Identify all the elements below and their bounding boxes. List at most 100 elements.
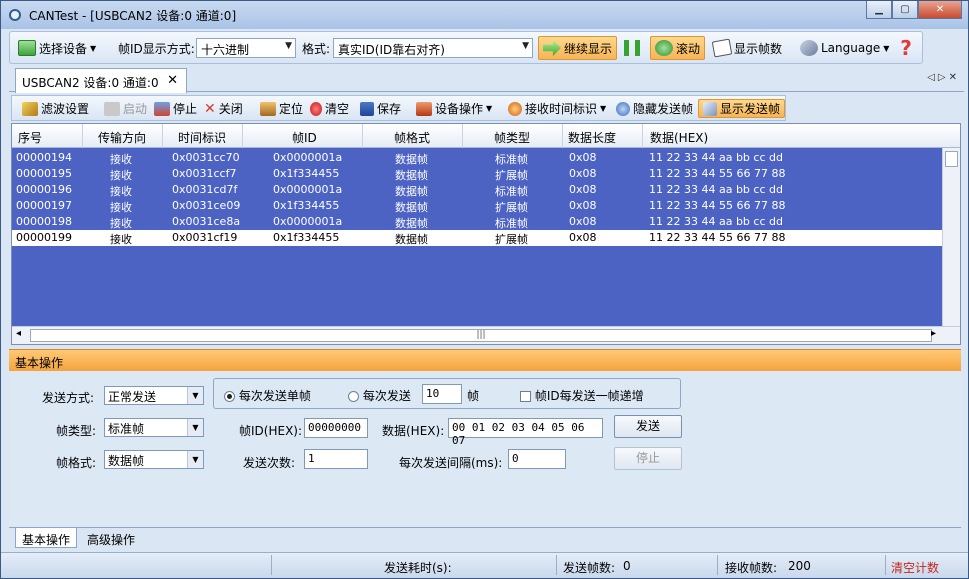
scroll-button[interactable]: 滚动 bbox=[650, 36, 706, 60]
stop-send-button[interactable]: 停止 bbox=[614, 447, 682, 470]
pause-button[interactable] bbox=[624, 36, 640, 60]
hide-send-frames-label: 隐藏发送帧 bbox=[633, 102, 694, 116]
locate-icon bbox=[260, 101, 276, 116]
panel-header: 基本操作 bbox=[9, 349, 961, 371]
send-button[interactable]: 发送 bbox=[614, 415, 682, 438]
cell-timestamp: 0x0031ce8a bbox=[172, 215, 241, 228]
filter-settings-button[interactable]: 滤波设置 bbox=[22, 99, 89, 118]
status-divider bbox=[717, 555, 718, 575]
format-select[interactable]: 真实ID(ID靠右对齐) ▼ bbox=[333, 38, 533, 58]
interval-label: 每次发送间隔(ms): bbox=[399, 456, 503, 470]
send-each-count-input[interactable]: 10 bbox=[422, 384, 462, 404]
close-window-button[interactable]: ✕ bbox=[918, 1, 962, 19]
cell-frame-type: 扩展帧 bbox=[495, 233, 528, 246]
close-tab-icon[interactable]: ✕ bbox=[167, 73, 178, 88]
frame-id-input[interactable]: 00000000 bbox=[304, 418, 368, 438]
tab-basic-operations[interactable]: 基本操作 bbox=[15, 528, 78, 548]
cell-timestamp: 0x0031cf19 bbox=[172, 231, 238, 244]
send-options-group: 每次发送单帧 每次发送 10 帧 帧ID每发送一帧递增 bbox=[213, 378, 681, 409]
table-row-selected[interactable]: 00000199 接收 0x0031cf19 0x1f334455 数据帧 扩展… bbox=[12, 230, 942, 246]
radio-checked-icon bbox=[224, 391, 235, 402]
col-header-frame-type[interactable]: 帧类型 bbox=[494, 129, 530, 146]
device-channel-tab[interactable]: USBCAN2 设备:0 通道:0 ✕ bbox=[15, 68, 187, 93]
scroll-left-icon[interactable]: ◂ bbox=[16, 328, 21, 339]
send-count-label: 发送次数: bbox=[243, 456, 296, 470]
send-each-radio[interactable]: 每次发送 bbox=[348, 387, 411, 404]
save-button[interactable]: 保存 bbox=[360, 99, 401, 118]
col-divider bbox=[362, 124, 363, 148]
table-row[interactable]: 00000196 接收 0x0031cd7f 0x0000001a 数据帧 标准… bbox=[12, 182, 942, 198]
data-hex-input[interactable]: 00 01 02 03 04 05 06 07 bbox=[448, 418, 603, 447]
channel-toolbar: 滤波设置 启动 停止 ✕ 关闭 定位 清空 保存 设备操作 ▼ 接收时间标识 ▼… bbox=[11, 95, 786, 121]
frame-format-select[interactable]: 数据帧 ▼ bbox=[104, 450, 204, 469]
tab-advanced-operations[interactable]: 高级操作 bbox=[81, 528, 141, 548]
clear-label: 清空 bbox=[325, 102, 350, 116]
continue-display-label: 继续显示 bbox=[564, 41, 613, 56]
vertical-scrollbar[interactable] bbox=[942, 148, 960, 328]
cell-index: 00000196 bbox=[16, 183, 72, 196]
cell-data-length: 0x08 bbox=[569, 231, 597, 244]
horizontal-scrollbar[interactable]: ◂ ||| ▸ bbox=[12, 326, 960, 344]
cell-frame-format: 数据帧 bbox=[395, 201, 428, 214]
show-frame-count-button[interactable]: 显示帧数 bbox=[711, 36, 782, 60]
start-button[interactable]: 启动 bbox=[104, 99, 147, 118]
col-header-data-length[interactable]: 数据长度 bbox=[568, 129, 616, 146]
cell-data-length: 0x08 bbox=[569, 151, 597, 164]
send-count-input[interactable]: 1 bbox=[304, 449, 368, 469]
minimize-button[interactable]: ▁ bbox=[866, 1, 892, 19]
cell-data-hex: 11 22 33 44 aa bb cc dd bbox=[649, 151, 783, 164]
send-mode-select[interactable]: 正常发送 ▼ bbox=[104, 386, 204, 405]
vertical-scroll-thumb[interactable] bbox=[945, 151, 958, 167]
data-hex-label: 数据(HEX): bbox=[382, 424, 445, 438]
locate-button[interactable]: 定位 bbox=[260, 99, 303, 118]
maximize-button[interactable]: ▢ bbox=[892, 1, 918, 19]
rx-time-mark-button[interactable]: 接收时间标识 ▼ bbox=[508, 99, 606, 118]
id-increment-checkbox[interactable]: 帧ID每发送一帧递增 bbox=[520, 387, 644, 404]
cell-frame-format: 数据帧 bbox=[395, 233, 428, 246]
col-header-timestamp[interactable]: 时间标识 bbox=[178, 129, 226, 146]
device-ops-label: 设备操作 bbox=[435, 102, 484, 116]
col-header-frame-id[interactable]: 帧ID bbox=[292, 129, 317, 146]
close-channel-button[interactable]: ✕ 关闭 bbox=[204, 99, 243, 118]
send-single-radio[interactable]: 每次发送单帧 bbox=[224, 387, 311, 404]
cell-data-length: 0x08 bbox=[569, 199, 597, 212]
col-divider bbox=[562, 124, 563, 148]
table-row[interactable]: 00000194 接收 0x0031cc70 0x0000001a 数据帧 标准… bbox=[12, 150, 942, 166]
frame-id-display-label: 帧ID显示方式: bbox=[118, 42, 195, 56]
select-device-button[interactable]: 选择设备 ▼ bbox=[18, 36, 96, 60]
interval-input[interactable]: 0 bbox=[508, 449, 566, 469]
frame-grid[interactable]: 序号 传输方向 时间标识 帧ID 帧格式 帧类型 数据长度 数据(HEX) 00… bbox=[11, 123, 961, 345]
col-header-data-hex[interactable]: 数据(HEX) bbox=[650, 129, 708, 146]
stop-button[interactable]: 停止 bbox=[154, 99, 197, 118]
frame-unit-label: 帧 bbox=[467, 389, 480, 403]
device-ops-button[interactable]: 设备操作 ▼ bbox=[416, 99, 492, 118]
show-send-frames-button[interactable]: 显示发送帧 bbox=[698, 99, 786, 118]
clear-count-button[interactable]: 清空计数 bbox=[891, 559, 939, 576]
table-row[interactable]: 00000198 接收 0x0031ce8a 0x0000001a 数据帧 标准… bbox=[12, 214, 942, 230]
hide-send-frames-button[interactable]: 隐藏发送帧 bbox=[616, 99, 693, 118]
pen-icon bbox=[800, 40, 818, 56]
horizontal-scroll-thumb[interactable]: ||| bbox=[30, 329, 932, 342]
clear-button[interactable]: 清空 bbox=[310, 99, 349, 118]
col-header-frame-format[interactable]: 帧格式 bbox=[394, 129, 430, 146]
recv-frames-label: 接收帧数: bbox=[725, 561, 778, 575]
scroll-right-icon[interactable]: ▸ bbox=[931, 328, 936, 339]
col-header-index[interactable]: 序号 bbox=[18, 129, 42, 146]
frame-type-select[interactable]: 标准帧 ▼ bbox=[104, 418, 204, 437]
continue-display-button[interactable]: 继续显示 bbox=[538, 36, 618, 60]
chevron-down-icon: ▼ bbox=[90, 43, 97, 53]
cell-frame-type: 扩展帧 bbox=[495, 201, 528, 214]
cell-frame-format: 数据帧 bbox=[395, 217, 428, 230]
radio-unchecked-icon bbox=[348, 391, 359, 402]
locate-label: 定位 bbox=[279, 102, 304, 116]
col-header-direction[interactable]: 传输方向 bbox=[98, 129, 146, 146]
language-button[interactable]: Language ▼ bbox=[800, 36, 889, 60]
frame-id-display-select[interactable]: 十六进制 ▼ bbox=[196, 38, 296, 58]
table-row[interactable]: 00000197 接收 0x0031ce09 0x1f334455 数据帧 扩展… bbox=[12, 198, 942, 214]
help-button[interactable]: ? bbox=[896, 36, 916, 60]
cell-data-hex: 11 22 33 44 aa bb cc dd bbox=[649, 215, 783, 228]
tab-nav-arrows[interactable]: ◁▷✕ bbox=[927, 72, 960, 83]
format-value: 真实ID(ID靠右对齐) bbox=[338, 43, 445, 57]
col-divider bbox=[462, 124, 463, 148]
table-row[interactable]: 00000195 接收 0x0031ccf7 0x1f334455 数据帧 扩展… bbox=[12, 166, 942, 182]
